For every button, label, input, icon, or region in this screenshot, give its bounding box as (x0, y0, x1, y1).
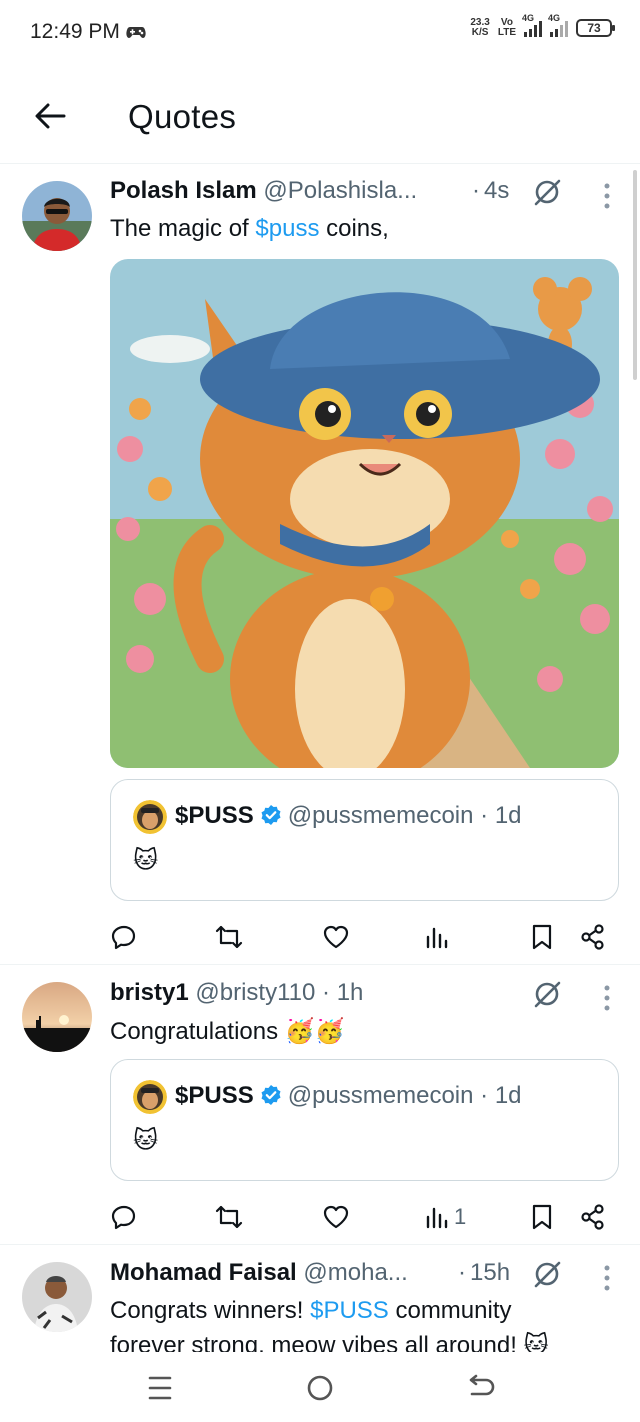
views-button[interactable] (424, 917, 454, 957)
post-time: 1h (336, 979, 364, 1006)
status-time: 12:49 PM (30, 20, 120, 43)
verified-badge-icon (261, 805, 281, 825)
views-count: 1 (454, 1204, 467, 1229)
post-time: 4s (484, 177, 510, 204)
home-icon[interactable] (300, 1372, 340, 1404)
quote-header: $PUSS @pussmemecoin · 1d (175, 802, 522, 829)
quote-author-name[interactable]: $PUSS (175, 1082, 254, 1109)
top-app-bar: Quotes (0, 64, 640, 164)
author-handle[interactable]: @Polashisla... (263, 177, 417, 204)
back-icon[interactable] (460, 1372, 500, 1404)
cashtag-link[interactable]: $puss (255, 215, 319, 242)
avatar[interactable] (22, 181, 92, 251)
quote-author-handle[interactable]: @pussmemecoin (288, 1082, 474, 1109)
share-button[interactable] (580, 917, 606, 957)
page-title: Quotes (128, 98, 237, 135)
author-name[interactable]: Polash Islam (110, 177, 257, 204)
separator-dot: · (472, 177, 480, 204)
status-bar: 12:49 PM 23.3 K/S Vo LTE 4G 4G 73 (0, 0, 640, 64)
bookmark-button[interactable] (530, 1197, 554, 1237)
back-arrow-icon[interactable] (30, 96, 70, 136)
quote-header: $PUSS @pussmemecoin · 1d (175, 1082, 522, 1109)
repost-button[interactable] (214, 1197, 244, 1237)
verified-badge-icon (261, 1085, 281, 1105)
post-text-line2: forever strong, meow vibes all around! 🐱 (110, 1332, 549, 1352)
views-icon (426, 1207, 448, 1229)
quoted-post[interactable]: $PUSS @pussmemecoin · 1d 🐱 (110, 779, 619, 901)
author-name[interactable]: bristy1 (110, 979, 189, 1006)
more-vertical-icon[interactable] (604, 183, 610, 209)
more-vertical-icon[interactable] (604, 985, 610, 1011)
scrollbar[interactable] (633, 170, 637, 380)
reply-icon (111, 1205, 136, 1230)
quote-text: 🐱 (133, 847, 159, 874)
repost-icon (215, 925, 243, 949)
system-nav-bar (0, 1352, 640, 1422)
sim2-signal-icon: 4G (548, 13, 568, 37)
reply-button[interactable] (110, 917, 138, 957)
post-text: The magic of $puss coins, (110, 215, 389, 242)
post-text: Congratulations 🥳🥳 (110, 1018, 345, 1045)
cashtag-link[interactable]: $PUSS (310, 1297, 389, 1324)
repost-icon (215, 1205, 243, 1229)
bookmark-button[interactable] (530, 917, 554, 957)
quote-text: 🐱 (133, 1127, 159, 1154)
post-actions: 1 (110, 1197, 620, 1237)
grok-icon[interactable] (532, 979, 562, 1009)
grok-icon[interactable] (532, 177, 562, 207)
sim1-signal-icon: 4G (522, 13, 542, 37)
author-name[interactable]: Mohamad Faisal (110, 1259, 297, 1286)
bookmark-icon (532, 1204, 552, 1230)
reply-icon (111, 925, 136, 950)
like-button[interactable] (322, 917, 350, 957)
reply-button[interactable] (110, 1197, 138, 1237)
net-speed: 23.3 K/S (470, 17, 490, 38)
avatar[interactable] (22, 982, 92, 1052)
author-handle[interactable]: @moha... (303, 1259, 407, 1286)
like-button[interactable] (322, 1197, 350, 1237)
quote-avatar[interactable] (133, 800, 167, 834)
quote-avatar[interactable] (133, 1080, 167, 1114)
share-icon (581, 924, 604, 950)
game-controller-icon (126, 27, 146, 38)
quote-time: 1d (494, 1082, 522, 1109)
post-text: Congrats winners! $PUSS community (110, 1297, 512, 1324)
battery-icon: 73 (576, 19, 615, 37)
menu-icon[interactable] (140, 1372, 180, 1404)
repost-button[interactable] (214, 917, 244, 957)
post-image-cat[interactable] (110, 259, 619, 768)
volte-indicator: Vo LTE (497, 17, 516, 38)
author-handle[interactable]: @bristy110 (195, 979, 315, 1006)
avatar[interactable] (22, 1262, 92, 1332)
quoted-post[interactable]: $PUSS @pussmemecoin · 1d 🐱 (110, 1059, 619, 1181)
quote-time: 1d (494, 802, 522, 829)
post-actions (110, 917, 620, 957)
like-icon (323, 1205, 349, 1229)
quote-author-name[interactable]: $PUSS (175, 802, 254, 829)
post-bristy1[interactable]: bristy1 @bristy110 · 1h Congratulations … (0, 965, 640, 1245)
views-icon (426, 927, 448, 949)
bookmark-icon (532, 924, 552, 950)
like-icon (323, 925, 349, 949)
post-mohamad-faisal[interactable]: Mohamad Faisal @moha... · 15h Congrats w… (0, 1245, 640, 1352)
share-icon (581, 1204, 604, 1230)
grok-icon[interactable] (532, 1259, 562, 1289)
post-polash-islam[interactable]: Polash Islam @Polashisla... · 4s The mag… (0, 165, 640, 965)
share-button[interactable] (580, 1197, 606, 1237)
views-button[interactable]: 1 (424, 1197, 466, 1237)
quote-author-handle[interactable]: @pussmemecoin (288, 802, 474, 829)
post-time: 15h (470, 1259, 511, 1286)
more-vertical-icon[interactable] (604, 1265, 610, 1291)
